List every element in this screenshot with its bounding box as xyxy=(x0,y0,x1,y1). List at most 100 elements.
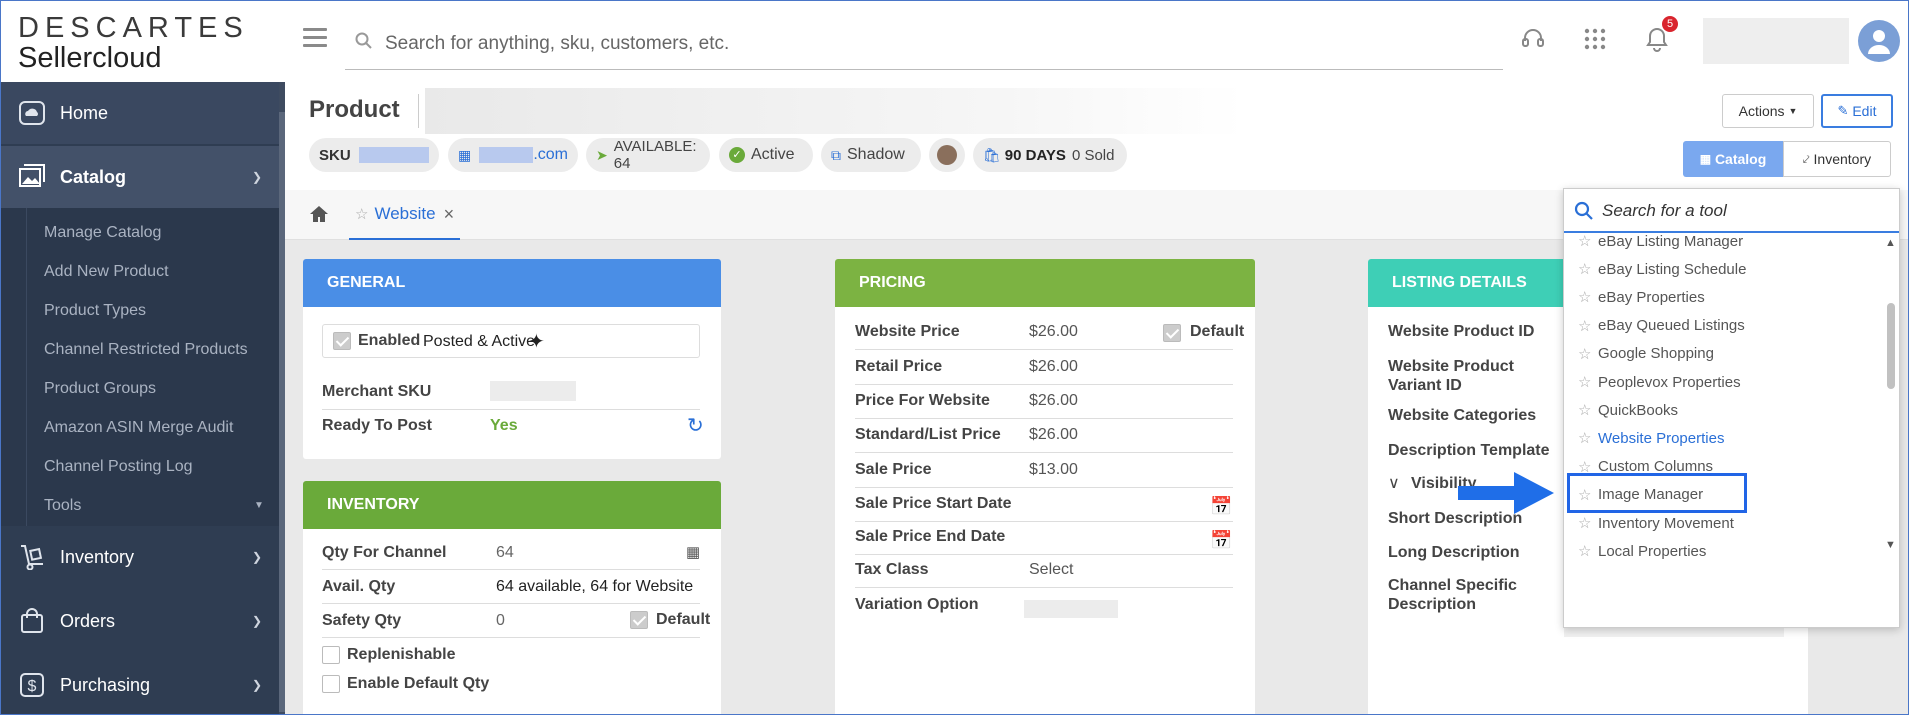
calculator-icon[interactable]: ▦ xyxy=(686,543,700,561)
tool-item-inventory-movement[interactable]: ☆ Inventory Movement xyxy=(1564,509,1884,537)
chevron-down-icon[interactable]: ∨ xyxy=(1388,473,1400,493)
star-icon[interactable]: ☆ xyxy=(1578,288,1598,306)
sidebar-item-purchasing[interactable]: $ Purchasing ❯ xyxy=(0,654,279,715)
price-row-value[interactable]: Select xyxy=(1029,561,1073,579)
global-search[interactable] xyxy=(345,20,1503,70)
star-icon[interactable]: ☆ xyxy=(1578,514,1598,532)
safety-default-checkbox[interactable] xyxy=(630,611,648,629)
chevron-down-icon: ❯ xyxy=(252,170,263,184)
star-icon[interactable]: ☆ xyxy=(1578,429,1598,447)
sidebar-item-label: Catalog xyxy=(60,166,127,187)
calendar-icon[interactable]: 📅 xyxy=(1210,530,1232,551)
purchasing-dollar-icon: $ xyxy=(20,673,44,697)
tool-item-peoplevox-properties[interactable]: ☆ Peoplevox Properties xyxy=(1564,368,1884,396)
star-icon[interactable]: ☆ xyxy=(1578,260,1598,278)
replenishable-checkbox[interactable] xyxy=(322,646,340,664)
brand-logo[interactable]: DESCARTES Sellercloud xyxy=(18,12,268,74)
inventory-view-toggle[interactable]: ⤦ Inventory xyxy=(1783,141,1891,177)
star-icon[interactable]: ☆ xyxy=(1578,401,1598,419)
sold-count: 0 Sold xyxy=(1071,146,1115,164)
general-panel: GENERAL Enabled Posted & Active ✦ Mercha… xyxy=(303,259,721,459)
star-icon[interactable]: ☆ xyxy=(355,205,368,223)
default-label: Default xyxy=(1190,323,1245,340)
sidebar-item-catalog[interactable]: Catalog ❯ xyxy=(0,146,279,208)
available-value: AVAILABLE: 64 xyxy=(613,138,697,172)
search-input[interactable] xyxy=(385,28,1485,60)
price-row-value[interactable]: $26.00 xyxy=(1029,392,1078,410)
enable-default-qty-checkbox[interactable] xyxy=(322,675,340,693)
home-cloud-icon xyxy=(19,101,45,125)
price-row-value[interactable]: $26.00 xyxy=(1029,358,1078,376)
tool-list-scrollbar[interactable]: ▲ ▼ xyxy=(1884,237,1898,627)
available-chip[interactable]: ➤ AVAILABLE: 64 xyxy=(586,138,710,172)
sidebar-item-inventory[interactable]: Inventory ❯ xyxy=(0,526,279,588)
tool-search-input[interactable] xyxy=(1602,197,1882,225)
tool-item-ebay-listing-schedule[interactable]: ☆ eBay Listing Schedule xyxy=(1564,255,1884,283)
close-icon[interactable]: × xyxy=(444,204,455,225)
avail-qty-label: Avail. Qty xyxy=(322,578,396,595)
chevron-down-icon: ❯ xyxy=(252,550,263,564)
notifications-bell-icon[interactable]: 5 xyxy=(1642,16,1678,54)
sku-chip[interactable]: SKU xyxy=(309,138,439,172)
catalog-images-icon xyxy=(19,164,45,187)
home-icon[interactable] xyxy=(309,204,329,224)
edit-button[interactable]: ✎ Edit xyxy=(1821,94,1893,128)
scroll-up-arrow-icon[interactable]: ▲ xyxy=(1885,237,1896,249)
building-icon: ▦ xyxy=(458,146,472,163)
actions-button[interactable]: Actions ▼ xyxy=(1722,94,1814,128)
submenu-item-channel-posting-log[interactable]: Channel Posting Log xyxy=(44,458,193,476)
support-headset-icon[interactable] xyxy=(1518,24,1548,54)
sidebar-item-label: Home xyxy=(60,102,109,123)
tool-list-scrollbar-thumb[interactable] xyxy=(1887,303,1895,389)
sidebar-item-orders[interactable]: Orders ❯ xyxy=(0,590,279,652)
tool-item-quickbooks[interactable]: ☆ QuickBooks xyxy=(1564,396,1884,424)
website-domain-chip[interactable]: ▦ .com xyxy=(448,138,578,172)
star-icon[interactable]: ☆ xyxy=(1578,232,1598,250)
search-icon xyxy=(355,32,372,49)
menu-toggle-icon[interactable] xyxy=(303,28,327,48)
submenu-item-manage-catalog[interactable]: Manage Catalog xyxy=(44,224,161,242)
submenu-item-tools[interactable]: Tools xyxy=(44,497,81,515)
star-icon[interactable]: ☆ xyxy=(1578,373,1598,391)
submenu-item-product-types[interactable]: Product Types xyxy=(44,302,146,320)
price-row-label: Price For Website xyxy=(855,392,990,409)
price-row-label: Tax Class xyxy=(855,561,929,578)
submenu-item-add-new-product[interactable]: Add New Product xyxy=(44,263,169,281)
tool-item-website-properties[interactable]: ☆ Website Properties xyxy=(1564,424,1884,452)
active-status-chip[interactable]: ✓ Active xyxy=(719,138,813,172)
submenu-item-channel-restricted-products[interactable]: Channel Restricted Products xyxy=(44,341,248,359)
price-default-checkbox[interactable] xyxy=(1163,324,1181,342)
apps-grid-icon[interactable] xyxy=(1580,24,1610,54)
website-properties-highlight xyxy=(1567,473,1747,513)
calendar-icon[interactable]: 📅 xyxy=(1210,496,1232,517)
globe-chip[interactable] xyxy=(929,138,965,172)
user-name-redacted[interactable] xyxy=(1703,18,1849,64)
tool-item-ebay-queued-listings[interactable]: ☆ eBay Queued Listings xyxy=(1564,312,1884,340)
refresh-icon[interactable]: ↻ xyxy=(687,413,704,438)
price-row-value[interactable]: $13.00 xyxy=(1029,461,1078,479)
star-icon[interactable]: ☆ xyxy=(1578,317,1598,335)
submenu-item-product-groups[interactable]: Product Groups xyxy=(44,380,156,398)
tool-item-google-shopping[interactable]: ☆ Google Shopping xyxy=(1564,340,1884,368)
catalog-view-toggle[interactable]: ▦ Catalog xyxy=(1683,141,1783,177)
price-row-value[interactable]: $26.00 xyxy=(1029,323,1078,341)
avatar[interactable] xyxy=(1858,20,1900,62)
tool-item-ebay-properties[interactable]: ☆ eBay Properties xyxy=(1564,283,1884,311)
enabled-checkbox[interactable] xyxy=(333,332,351,350)
long-description-label: Long Description xyxy=(1388,544,1520,561)
brand-name: DESCARTES xyxy=(18,12,249,44)
star-icon[interactable]: ☆ xyxy=(1578,345,1598,363)
scroll-down-arrow-icon[interactable]: ▼ xyxy=(1885,539,1896,551)
tool-item-local-properties[interactable]: ☆ Local Properties xyxy=(1564,537,1884,565)
shadow-chip[interactable]: ⧉ Shadow xyxy=(821,138,921,172)
tool-item-ebay-listing-manager[interactable]: ☆ eBay Listing Manager xyxy=(1564,227,1884,255)
price-row-value[interactable]: $26.00 xyxy=(1029,426,1078,444)
sales-90-days-chip[interactable]: 🛍 90 DAYS 0 Sold xyxy=(973,138,1127,172)
tool-item-label: eBay Listing Manager xyxy=(1598,232,1744,250)
tab-website[interactable]: ☆ Website × xyxy=(349,190,461,240)
star-icon[interactable]: ☆ xyxy=(1578,542,1598,560)
sidebar-item-home[interactable]: Home xyxy=(0,82,279,144)
magic-wand-icon[interactable]: ✦ xyxy=(528,329,545,354)
submenu-item-amazon-asin-merge-audit[interactable]: Amazon ASIN Merge Audit xyxy=(44,419,233,437)
tool-item-label: Google Shopping xyxy=(1598,345,1714,363)
